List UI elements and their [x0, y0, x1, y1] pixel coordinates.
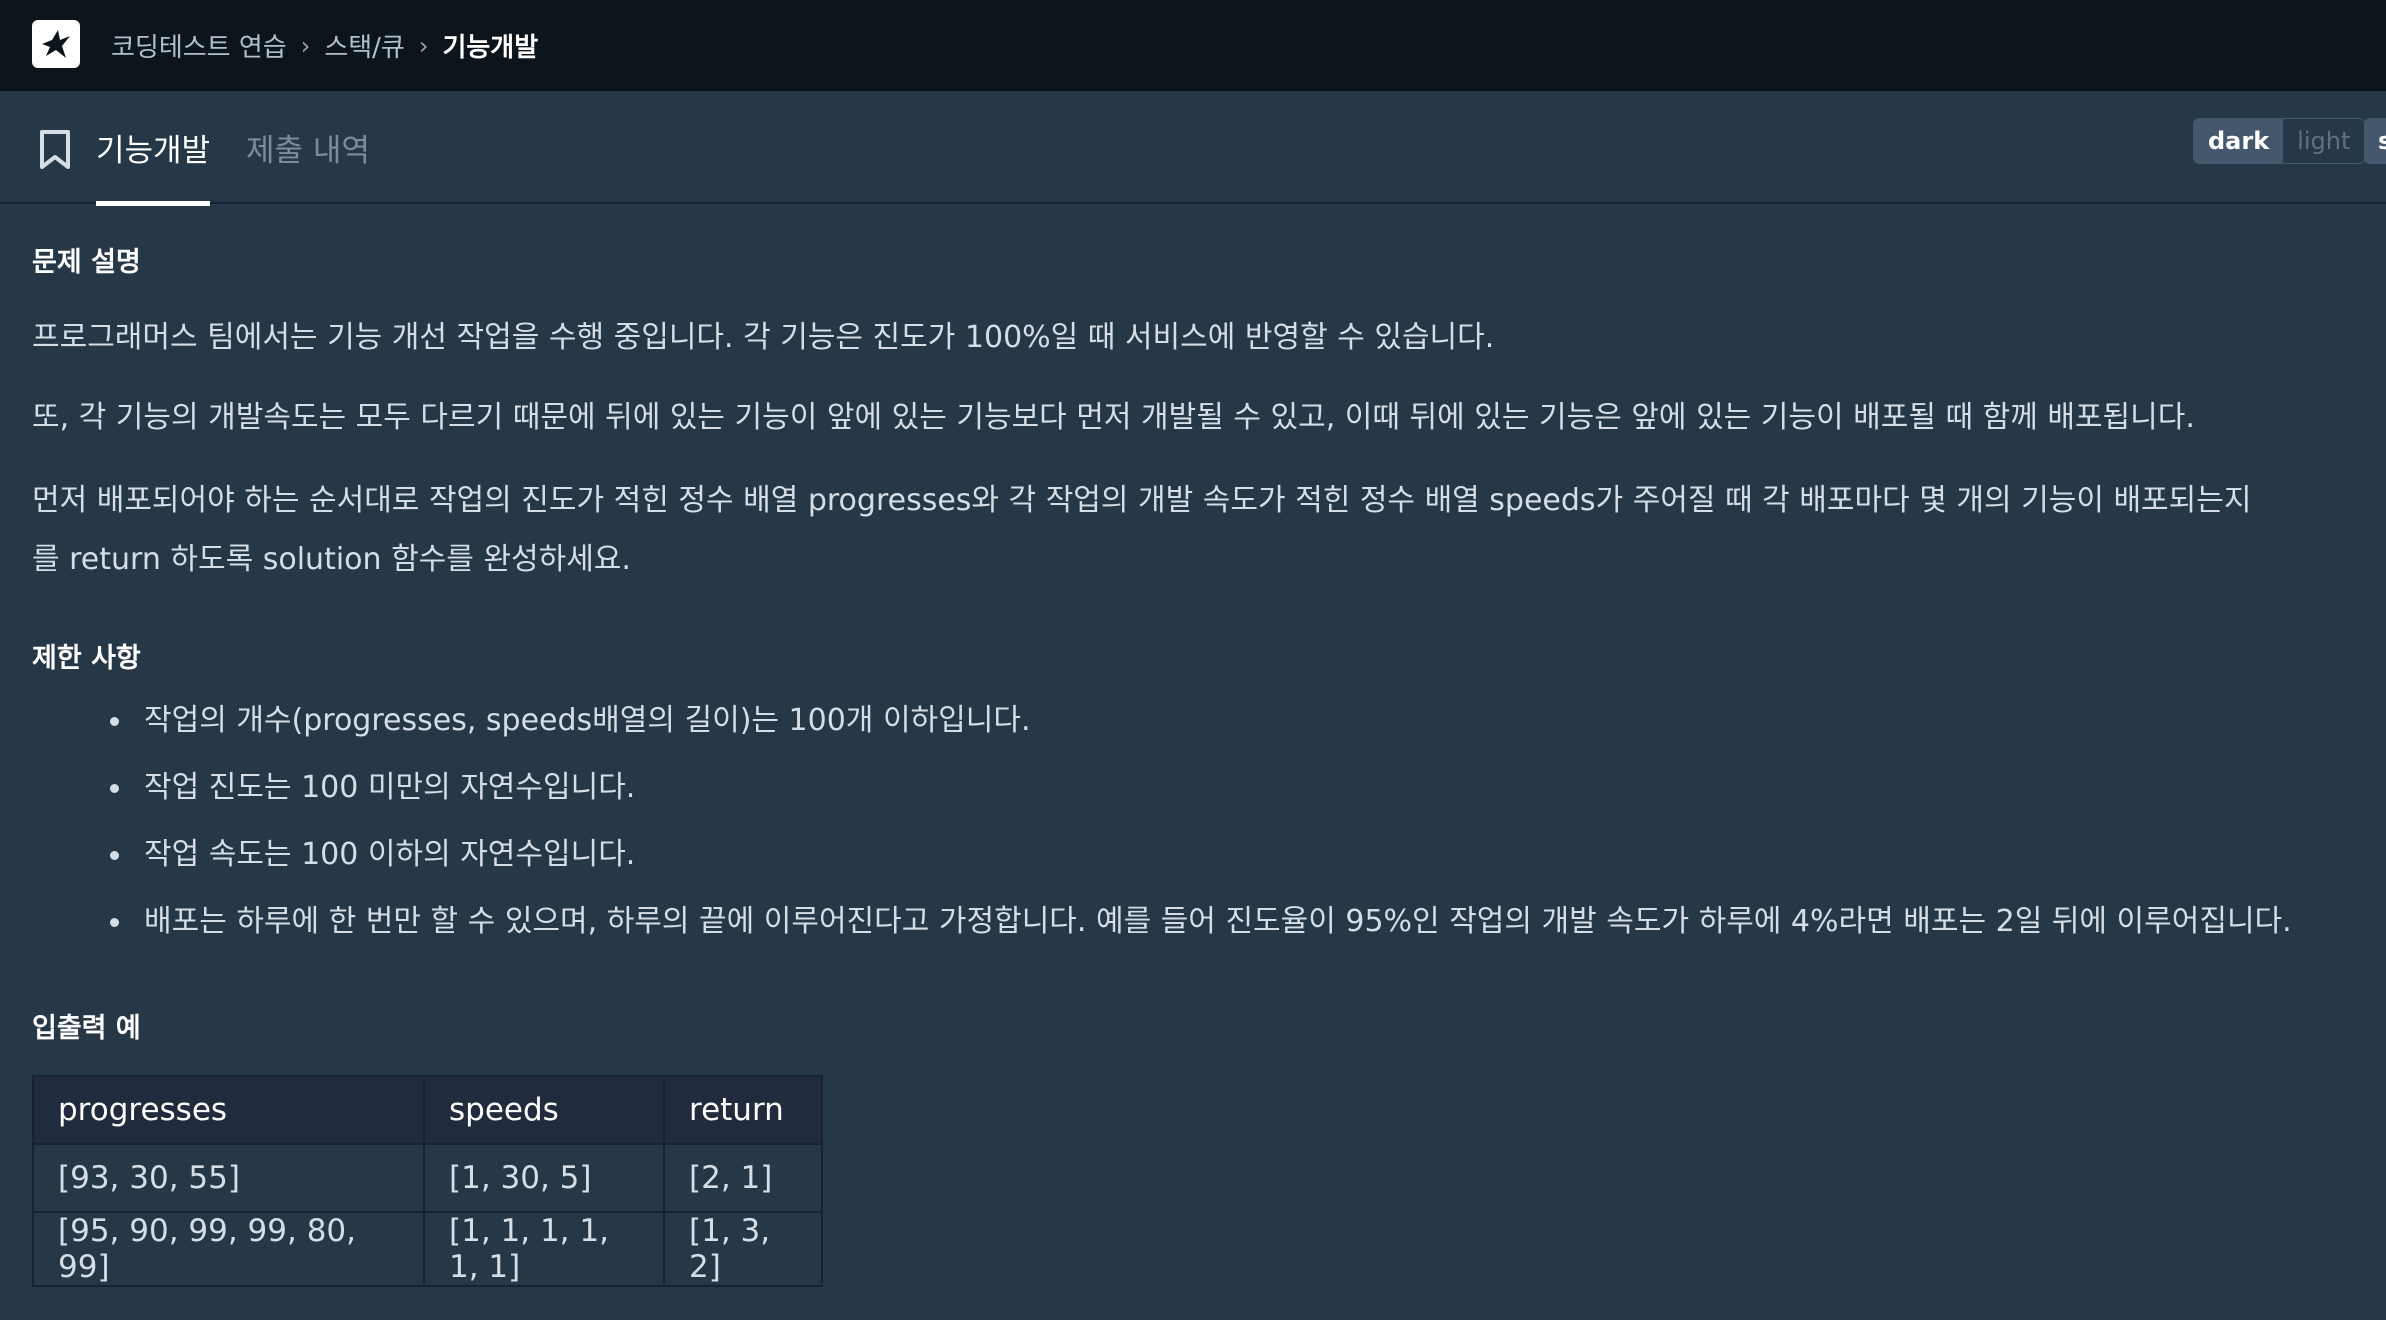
list-item: 작업 속도는 100 이하의 자연수입니다. [110, 821, 2292, 888]
section-title-limits: 제한 사항 [32, 643, 141, 674]
section-title-examples: 입출력 예 [32, 1013, 141, 1044]
theme-toggle: dark light [2193, 118, 2366, 164]
theme-light-option[interactable]: light [2283, 119, 2365, 163]
description-paragraph-2: 또, 각 기능의 개발속도는 모두 다르기 때문에 뒤에 있는 기능이 앞에 있… [32, 400, 2195, 435]
chevron-right-icon: › [300, 31, 311, 60]
toolbar-extra-button[interactable]: s [2364, 118, 2386, 164]
examples-table: progresses speeds return [93, 30, 55] [1… [32, 1075, 823, 1287]
column-header-progresses: progresses [32, 1075, 425, 1145]
table-cell: [1, 30, 5] [423, 1143, 665, 1213]
list-item: 작업 진도는 100 미만의 자연수입니다. [110, 754, 2292, 821]
description-paragraph-1: 프로그래머스 팀에서는 기능 개선 작업을 수행 중입니다. 각 기능은 진도가… [32, 320, 1495, 355]
top-navigation-bar: 코딩테스트 연습 › 스택/큐 › 기능개발 [0, 0, 2386, 91]
breadcrumb-item-current: 기능개발 [442, 33, 539, 63]
table-row: [95, 90, 99, 99, 80, 99] [1, 1, 1, 1, 1,… [32, 1211, 823, 1287]
chevron-right-icon: › [418, 31, 429, 60]
table-cell: [95, 90, 99, 99, 80, 99] [32, 1211, 425, 1287]
section-title-description: 문제 설명 [32, 247, 141, 278]
tab-problem[interactable]: 기능개발 [96, 91, 211, 206]
breadcrumb-item-coding-test[interactable]: 코딩테스트 연습 [111, 27, 287, 64]
active-tab-indicator [96, 201, 211, 206]
programmers-logo-icon[interactable] [32, 20, 80, 68]
breadcrumb: 코딩테스트 연습 › 스택/큐 › 기능개발 [111, 0, 538, 91]
limits-list: 작업의 개수(progresses, speeds배열의 길이)는 100개 이… [110, 687, 2292, 955]
table-cell: [2, 1] [663, 1143, 823, 1213]
table-cell: [93, 30, 55] [32, 1143, 425, 1213]
list-item: 배포는 하루에 한 번만 할 수 있으며, 하루의 끝에 이루어진다고 가정합니… [110, 888, 2292, 955]
tab-submissions-label: 제출 내역 [246, 133, 370, 169]
description-paragraph-3: 먼저 배포되어야 하는 순서대로 작업의 진도가 적힌 정수 배열 progre… [32, 483, 2252, 518]
table-cell: [1, 1, 1, 1, 1, 1] [423, 1211, 665, 1287]
table-header-row: progresses speeds return [32, 1075, 823, 1145]
tab-submissions[interactable]: 제출 내역 [246, 91, 370, 204]
column-header-speeds: speeds [423, 1075, 665, 1145]
breadcrumb-item-category[interactable]: 스택/큐 [324, 27, 405, 64]
table-cell: [1, 3, 2] [663, 1211, 823, 1287]
description-paragraph-3-cont: 를 return 하도록 solution 함수를 완성하세요. [32, 542, 631, 577]
theme-dark-option[interactable]: dark [2194, 119, 2284, 163]
tab-problem-label: 기능개발 [96, 133, 211, 169]
list-item: 작업의 개수(progresses, speeds배열의 길이)는 100개 이… [110, 687, 2292, 754]
bookmark-icon[interactable] [38, 129, 72, 171]
table-row: [93, 30, 55] [1, 30, 5] [2, 1] [32, 1143, 823, 1213]
tab-bar: 기능개발 제출 내역 [0, 91, 2386, 206]
column-header-return: return [663, 1075, 823, 1145]
